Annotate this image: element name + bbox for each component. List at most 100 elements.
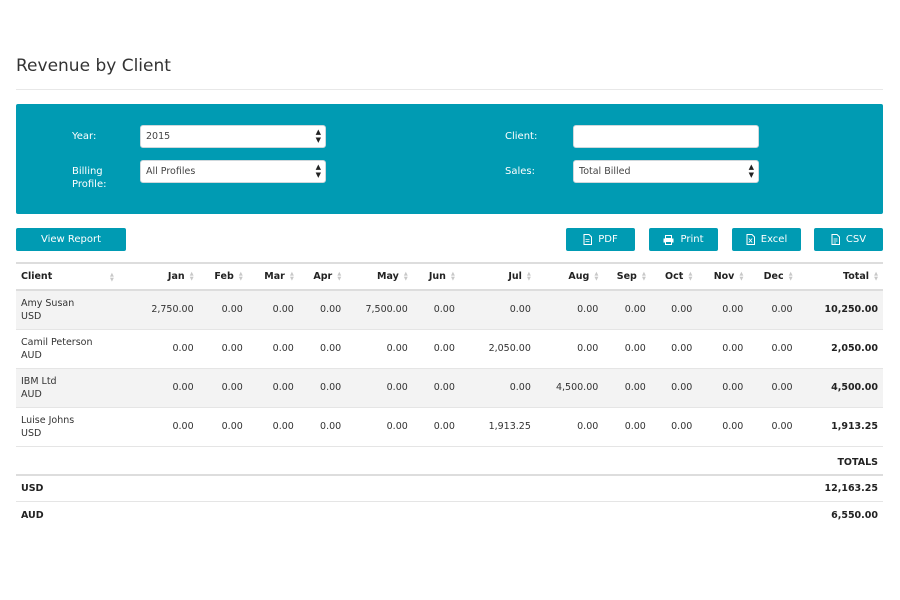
spreadsheet-icon xyxy=(746,234,755,245)
client-label: Client: xyxy=(505,131,538,142)
billing-profile-select-value: All Profiles xyxy=(146,166,196,177)
totals-amount: 6,550.00 xyxy=(831,509,878,521)
header-may[interactable]: May ▲ ▼ xyxy=(346,262,413,291)
cell-may: 0.00 xyxy=(346,407,413,447)
cell-sep: 0.00 xyxy=(603,329,651,369)
totals-row: USD 12,163.25 xyxy=(16,476,883,502)
cell-sep: 0.00 xyxy=(603,368,651,408)
pdf-button[interactable]: PDF xyxy=(566,228,635,251)
header-oct[interactable]: Oct ▲ ▼ xyxy=(650,262,698,291)
sort-arrows-icon: ▲ ▼ xyxy=(642,270,646,282)
header-mar[interactable]: Mar ▲ ▼ xyxy=(247,262,299,291)
cell-nov: 0.00 xyxy=(697,329,749,369)
totals-section: TOTALS USD 12,163.25 AUD 6,550.00 xyxy=(16,452,883,528)
revenue-table: Client ▲ ▼ Jan ▲ ▼ Feb ▲ ▼ Mar ▲ ▼ Apr ▲ ▼ May ▲ ▼ J… xyxy=(16,262,883,447)
view-report-button[interactable]: View Report xyxy=(16,228,126,251)
header-jun[interactable]: Jun ▲ ▼ xyxy=(412,262,460,291)
client-input[interactable] xyxy=(573,125,759,148)
header-dec[interactable]: Dec ▲ ▼ xyxy=(748,262,798,291)
totals-row: AUD 6,550.00 xyxy=(16,502,883,528)
header-jan[interactable]: Jan ▲ ▼ xyxy=(120,262,199,291)
year-label: Year: xyxy=(72,131,97,142)
header-sep[interactable]: Sep ▲ ▼ xyxy=(603,262,651,291)
cell-oct: 0.00 xyxy=(650,290,698,330)
cell-apr: 0.00 xyxy=(298,368,347,408)
sales-select-value: Total Billed xyxy=(579,166,631,177)
sales-select[interactable]: Total Billed ▲ ▼ xyxy=(573,160,759,183)
billing-profile-label-line2: Profile: xyxy=(72,179,107,190)
view-report-label: View Report xyxy=(40,234,102,245)
client-cell: Amy Susan USD xyxy=(16,290,121,330)
cell-mar: 0.00 xyxy=(247,368,299,408)
client-name: Amy Susan xyxy=(21,297,75,309)
header-client[interactable]: Client ▲ ▼ xyxy=(16,262,121,291)
year-select[interactable]: 2015 ▲ ▼ xyxy=(140,125,326,148)
cell-oct: 0.00 xyxy=(650,407,698,447)
cell-mar: 0.00 xyxy=(247,329,299,369)
cell-dec: 0.00 xyxy=(748,290,798,330)
cell-aug: 0.00 xyxy=(535,407,604,447)
cell-mar: 0.00 xyxy=(247,290,299,330)
cell-dec: 0.00 xyxy=(748,329,798,369)
cell-aug: 4,500.00 xyxy=(535,368,604,408)
table-row: Amy Susan USD 2,750.00 0.00 0.00 0.00 7,5… xyxy=(16,290,883,330)
csv-label: CSV xyxy=(845,234,867,245)
sort-arrows-icon: ▲ ▼ xyxy=(337,270,342,282)
header-aug[interactable]: Aug ▲ ▼ xyxy=(535,262,604,291)
totals-currency: AUD xyxy=(21,509,44,521)
sort-arrows-icon: ▲ ▼ xyxy=(739,270,744,282)
excel-label: Excel xyxy=(760,234,788,245)
sales-label: Sales: xyxy=(505,166,535,177)
cell-nov: 0.00 xyxy=(697,290,749,330)
header-jul[interactable]: Jul ▲ ▼ xyxy=(459,262,536,291)
year-select-value: 2015 xyxy=(146,131,171,142)
cell-may: 0.00 xyxy=(346,329,413,369)
cell-oct: 0.00 xyxy=(650,368,698,408)
header-nov[interactable]: Nov ▲ ▼ xyxy=(697,262,749,291)
cell-oct: 0.00 xyxy=(650,329,698,369)
cell-total: 2,050.00 xyxy=(797,329,883,369)
sort-arrows-icon: ▲ ▼ xyxy=(451,270,455,282)
sort-arrows-icon: ▲ ▼ xyxy=(788,270,793,282)
sort-arrows-icon: ▲ ▼ xyxy=(527,270,531,282)
billing-profile-label-line1: Billing xyxy=(72,166,103,177)
cell-jul: 0.00 xyxy=(459,368,536,408)
select-arrows-icon: ▲ ▼ xyxy=(315,128,321,144)
sort-arrows-icon: ▲ ▼ xyxy=(688,270,693,282)
cell-total: 1,913.25 xyxy=(797,407,883,447)
header-apr[interactable]: Apr ▲ ▼ xyxy=(298,262,347,291)
sort-arrows-icon: ▲ ▼ xyxy=(189,270,194,282)
cell-feb: 0.00 xyxy=(198,368,248,408)
cell-jul: 2,050.00 xyxy=(459,329,536,369)
cell-nov: 0.00 xyxy=(697,407,749,447)
cell-jun: 0.00 xyxy=(412,290,460,330)
table-row: Camil Peterson AUD 0.00 0.00 0.00 0.00 0.… xyxy=(16,329,883,369)
excel-button[interactable]: Excel xyxy=(732,228,801,251)
title-divider xyxy=(16,89,883,90)
file-icon xyxy=(831,234,840,245)
document-icon xyxy=(583,234,593,245)
cell-jul: 0.00 xyxy=(459,290,536,330)
cell-jun: 0.00 xyxy=(412,407,460,447)
cell-jun: 0.00 xyxy=(412,329,460,369)
cell-may: 0.00 xyxy=(346,368,413,408)
billing-profile-select[interactable]: All Profiles ▲ ▼ xyxy=(140,160,326,183)
header-feb[interactable]: Feb ▲ ▼ xyxy=(198,262,248,291)
cell-jan: 0.00 xyxy=(120,407,199,447)
cell-feb: 0.00 xyxy=(198,329,248,369)
printer-icon xyxy=(663,234,674,245)
totals-amount: 12,163.25 xyxy=(824,483,879,494)
client-name: Luise Johns xyxy=(21,414,75,426)
totals-heading: TOTALS xyxy=(16,452,883,476)
cell-total: 4,500.00 xyxy=(797,368,883,408)
cell-aug: 0.00 xyxy=(535,329,604,369)
csv-button[interactable]: CSV xyxy=(814,228,883,251)
print-button[interactable]: Print xyxy=(649,228,718,251)
header-total[interactable]: Total ▲ ▼ xyxy=(797,262,883,291)
cell-jul: 1,913.25 xyxy=(459,407,536,447)
cell-apr: 0.00 xyxy=(298,290,347,330)
cell-sep: 0.00 xyxy=(603,407,651,447)
client-cell: Camil Peterson AUD xyxy=(16,329,121,369)
cell-jan: 0.00 xyxy=(120,368,199,408)
sort-arrows-icon: ▲ ▼ xyxy=(874,270,878,282)
